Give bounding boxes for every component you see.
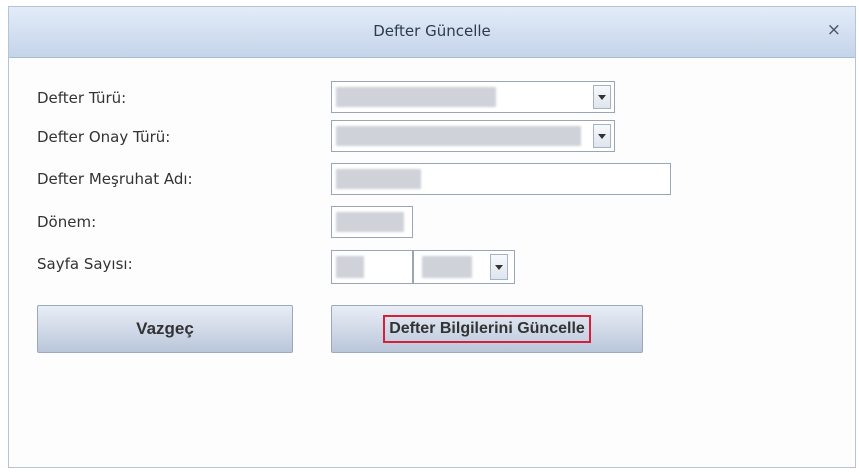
defter-onay-turu-select[interactable] — [331, 120, 615, 152]
defter-mesruhat-adi-input[interactable] — [331, 163, 671, 195]
sayfa-sayisi-label: Sayfa Sayısı: — [37, 255, 133, 273]
cancel-button[interactable]: Vazgeç — [37, 305, 293, 353]
cancel-button-label: Vazgeç — [136, 319, 194, 338]
redacted-value — [336, 169, 421, 189]
redacted-value — [336, 126, 581, 146]
redacted-value — [422, 256, 472, 278]
defter-turu-select[interactable] — [331, 81, 615, 113]
update-button[interactable]: Defter Bilgilerini Güncelle — [331, 305, 643, 353]
chevron-down-icon[interactable] — [593, 124, 611, 148]
redacted-value — [336, 87, 496, 107]
defter-mesruhat-adi-label: Defter Meşruhat Adı: — [37, 170, 193, 188]
update-button-label: Defter Bilgilerini Güncelle — [383, 315, 591, 343]
donem-input[interactable] — [331, 206, 413, 238]
sayfa-sayisi-select[interactable] — [413, 250, 515, 284]
defter-turu-label: Defter Türü: — [37, 89, 127, 107]
title-bar: Defter Güncelle × — [9, 7, 855, 58]
redacted-value — [336, 212, 404, 232]
chevron-down-icon[interactable] — [490, 254, 508, 280]
donem-label: Dönem: — [37, 213, 97, 231]
close-icon[interactable]: × — [827, 20, 841, 40]
chevron-down-icon[interactable] — [593, 85, 611, 109]
redacted-value — [336, 256, 364, 278]
sayfa-sayisi-input[interactable] — [331, 250, 413, 284]
defter-guncelle-dialog: Defter Güncelle × Defter Türü: Defter On… — [8, 6, 856, 468]
defter-onay-turu-label: Defter Onay Türü: — [37, 128, 171, 146]
dialog-title: Defter Güncelle — [373, 22, 491, 40]
